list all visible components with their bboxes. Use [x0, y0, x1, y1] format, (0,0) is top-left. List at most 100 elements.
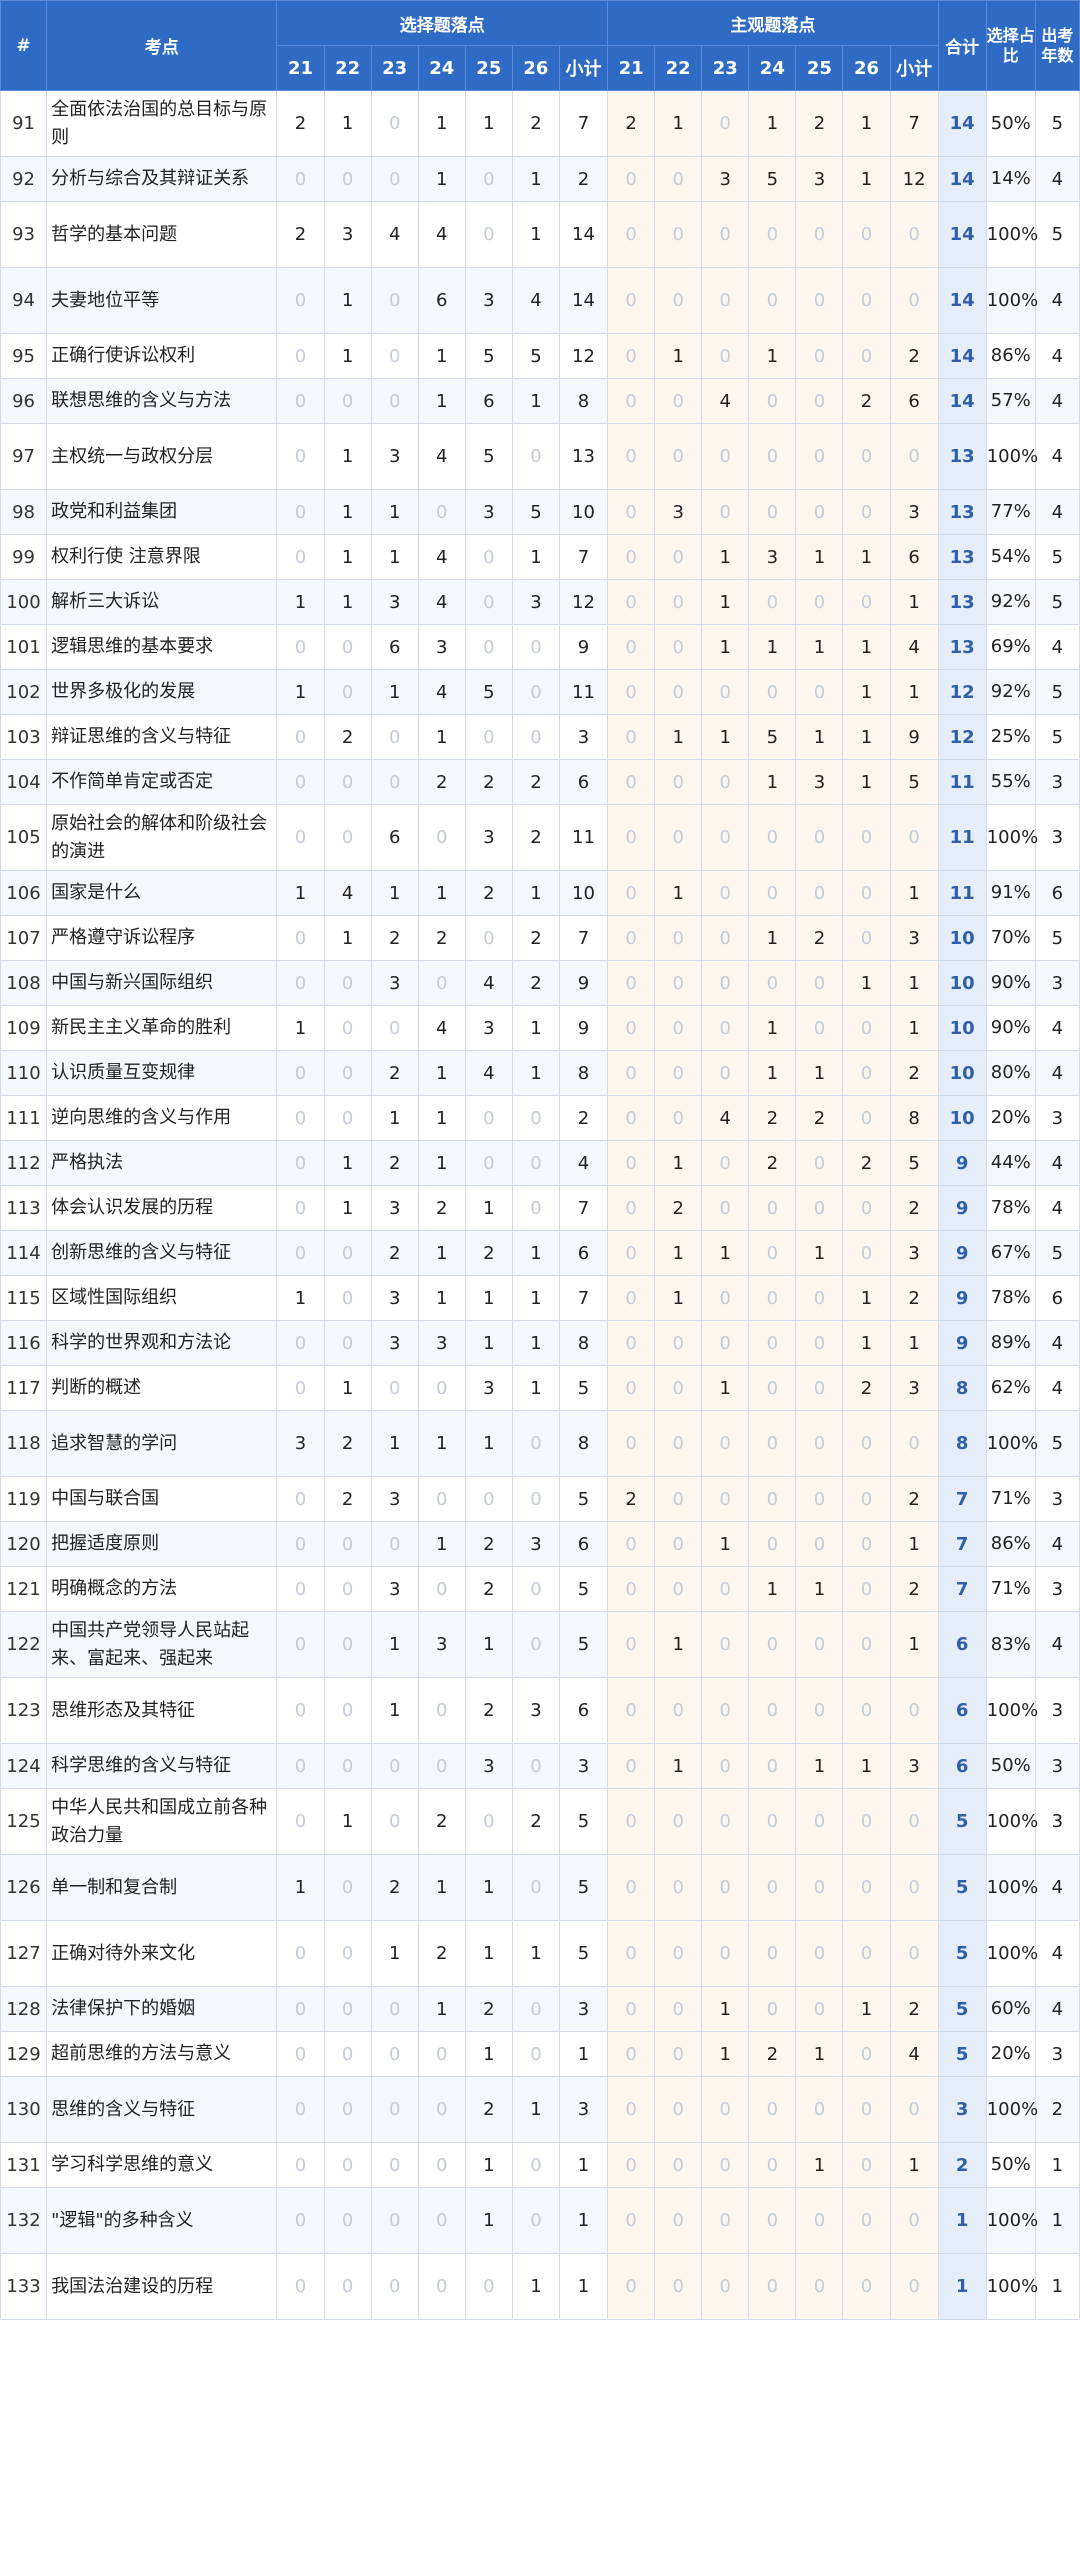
subjective-count-23: 1 [701, 1230, 750, 1276]
header-subj-year-26: 26 [842, 45, 891, 91]
objective-count-25: 4 [464, 960, 513, 1006]
objective-count-24: 1 [417, 714, 466, 760]
objective-count-26: 2 [511, 90, 560, 157]
row-number: 98 [0, 489, 48, 535]
objective-count-23: 0 [370, 714, 419, 760]
objective-count-22: 1 [323, 267, 372, 334]
objective-count-23: 1 [370, 1095, 419, 1141]
exam-years: 4 [1034, 489, 1080, 535]
objective-count-24: 4 [417, 423, 466, 490]
objective-subtotal: 1 [558, 2253, 609, 2320]
objective-count-25: 4 [464, 1050, 513, 1096]
objective-subtotal: 8 [558, 1320, 609, 1366]
subjective-count-23: 0 [701, 1476, 750, 1522]
total-count: 3 [937, 2076, 987, 2143]
subjective-count-24: 0 [748, 1365, 797, 1411]
objective-count-22: 0 [323, 1230, 372, 1276]
subjective-count-25: 1 [795, 1050, 844, 1096]
table-row: 95 正确行使诉讼权利 0 1 0 1 5 5 12 0 1 0 1 0 0 2 14 86% 4 [0, 333, 1080, 379]
subjective-count-21: 0 [607, 1275, 656, 1321]
subjective-count-24: 0 [748, 1521, 797, 1567]
subjective-count-22: 0 [654, 2142, 703, 2188]
subjective-count-21: 0 [607, 333, 656, 379]
objective-subtotal: 5 [558, 1854, 609, 1921]
topic-name: "逻辑"的多种含义 [46, 2187, 278, 2254]
objective-count-22: 1 [323, 423, 372, 490]
subjective-count-23: 1 [701, 579, 750, 625]
subjective-count-22: 0 [654, 624, 703, 670]
subjective-count-24: 1 [748, 915, 797, 961]
row-number: 107 [0, 915, 48, 961]
objective-count-25: 5 [464, 333, 513, 379]
objective-count-26: 1 [511, 1365, 560, 1411]
topic-name: 世界多极化的发展 [46, 669, 278, 715]
table-row: 120 把握适度原则 0 0 0 1 2 3 6 0 0 1 0 0 0 1 7 86% 4 [0, 1521, 1080, 1567]
topic-name: 科学思维的含义与特征 [46, 1743, 278, 1789]
subjective-subtotal: 0 [889, 1920, 939, 1987]
topic-name: 政党和利益集团 [46, 489, 278, 535]
objective-count-25: 3 [464, 267, 513, 334]
subjective-count-22: 0 [654, 1566, 703, 1612]
objective-count-24: 3 [417, 624, 466, 670]
subjective-subtotal: 3 [889, 1230, 939, 1276]
subjective-count-21: 0 [607, 1185, 656, 1231]
subjective-subtotal: 0 [889, 423, 939, 490]
subjective-count-25: 0 [795, 2187, 844, 2254]
objective-count-21: 0 [276, 804, 325, 871]
exam-years: 3 [1034, 960, 1080, 1006]
topic-name: 哲学的基本问题 [46, 201, 278, 268]
subjective-count-21: 0 [607, 1677, 656, 1744]
header-topic: 考点 [46, 0, 278, 91]
subjective-count-23: 0 [701, 2187, 750, 2254]
topic-name: 单一制和复合制 [46, 1854, 278, 1921]
objective-count-24: 1 [417, 90, 466, 157]
objective-count-25: 1 [464, 1920, 513, 1987]
objective-ratio: 100% [985, 2187, 1038, 2254]
objective-count-22: 0 [323, 2142, 372, 2188]
objective-count-22: 0 [323, 669, 372, 715]
subjective-count-23: 0 [701, 1743, 750, 1789]
total-count: 5 [937, 1854, 987, 1921]
header-obj-year-21: 21 [276, 45, 325, 91]
subjective-count-25: 1 [795, 534, 844, 580]
total-count: 7 [937, 1476, 987, 1522]
objective-count-26: 0 [511, 2142, 560, 2188]
objective-subtotal: 8 [558, 1050, 609, 1096]
subjective-count-24: 0 [748, 1854, 797, 1921]
subjective-count-22: 0 [654, 1476, 703, 1522]
total-count: 9 [937, 1185, 987, 1231]
table-row: 100 解析三大诉讼 1 1 3 4 0 3 12 0 0 1 0 0 0 1 13 92% 5 [0, 579, 1080, 625]
subjective-count-23: 0 [701, 1566, 750, 1612]
objective-count-23: 1 [370, 1410, 419, 1477]
objective-count-24: 1 [417, 1140, 466, 1186]
subjective-count-25: 0 [795, 1788, 844, 1855]
objective-ratio: 90% [985, 960, 1036, 1006]
subjective-count-24: 0 [748, 870, 797, 916]
subjective-count-24: 1 [748, 333, 797, 379]
objective-count-21: 0 [276, 1920, 325, 1987]
objective-count-26: 0 [511, 1410, 560, 1477]
subjective-count-21: 0 [607, 156, 656, 202]
objective-count-23: 0 [370, 1788, 419, 1855]
topic-name: 解析三大诉讼 [46, 579, 278, 625]
objective-count-25: 0 [464, 1140, 513, 1186]
objective-ratio: 100% [985, 804, 1038, 871]
topic-name: 国家是什么 [46, 870, 278, 916]
objective-count-23: 3 [370, 1275, 419, 1321]
subjective-count-23: 0 [701, 2253, 750, 2320]
objective-count-21: 0 [276, 333, 325, 379]
objective-count-22: 0 [323, 1095, 372, 1141]
objective-count-25: 2 [464, 1521, 513, 1567]
row-number: 121 [0, 1566, 48, 1612]
subjective-count-26: 0 [842, 1920, 891, 1987]
objective-count-26: 1 [511, 1920, 560, 1987]
objective-count-26: 1 [511, 378, 560, 424]
total-count: 14 [937, 378, 987, 424]
objective-count-26: 0 [511, 624, 560, 670]
subjective-subtotal: 0 [889, 267, 939, 334]
subjective-count-23: 3 [701, 156, 750, 202]
exam-years: 2 [1034, 2076, 1080, 2143]
objective-count-24: 3 [417, 1320, 466, 1366]
objective-subtotal: 3 [558, 1986, 609, 2032]
objective-count-25: 5 [464, 669, 513, 715]
